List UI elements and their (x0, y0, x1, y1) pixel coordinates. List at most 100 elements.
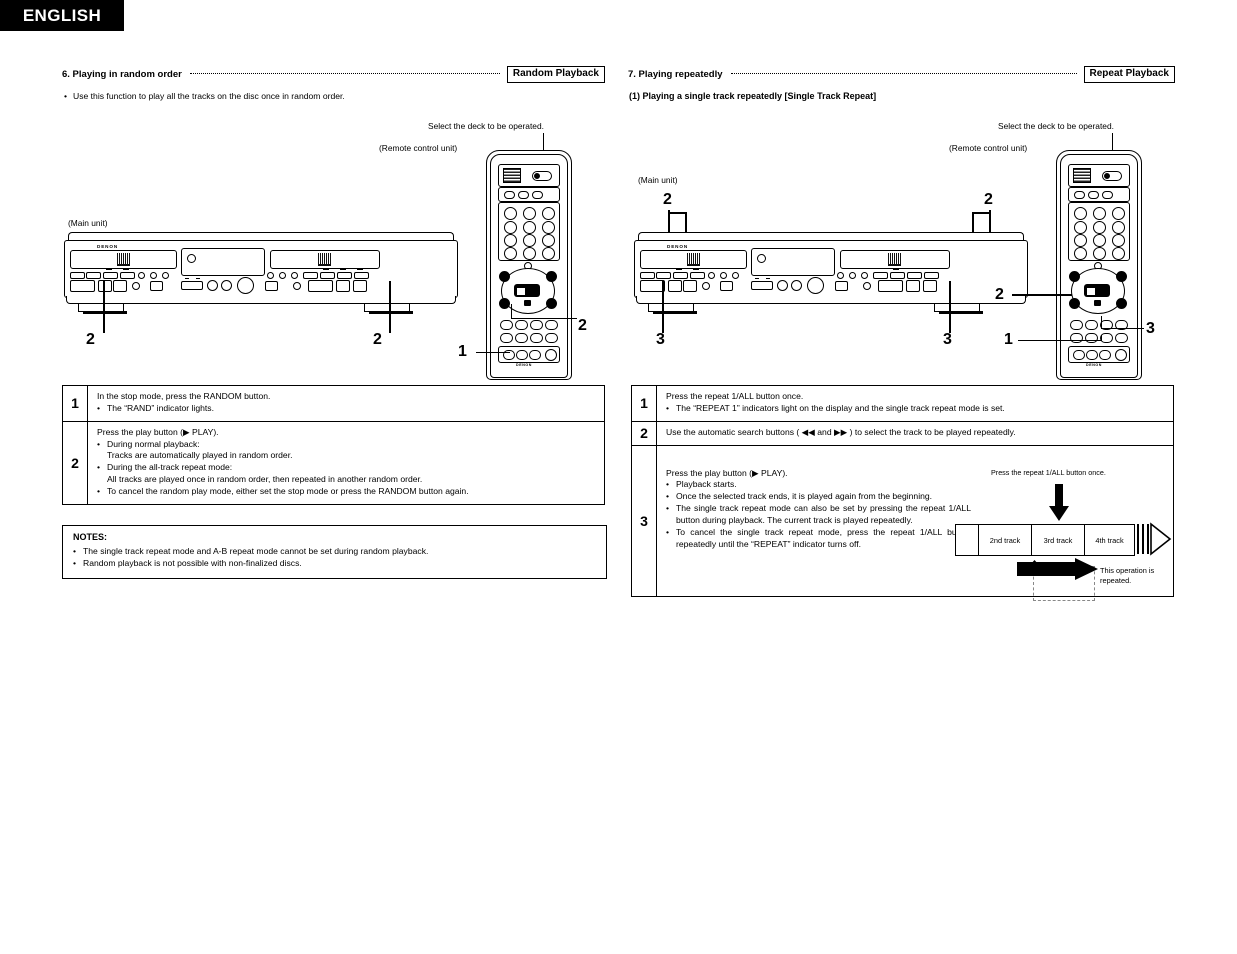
unit-play-button[interactable] (878, 280, 903, 292)
unit-button[interactable] (906, 280, 920, 292)
unit-button[interactable] (640, 272, 655, 279)
unit-small-knob[interactable] (279, 272, 286, 279)
unit-small-knob[interactable] (150, 272, 157, 279)
unit-small-knob[interactable] (291, 272, 298, 279)
remote-button[interactable] (1074, 191, 1085, 199)
remote-number-button[interactable] (1093, 207, 1106, 220)
unit-button[interactable] (907, 272, 922, 279)
remote-next-button[interactable] (1116, 271, 1127, 282)
unit-small-knob[interactable] (132, 282, 140, 290)
remote-function-button[interactable] (516, 350, 528, 360)
remote-number-button[interactable] (504, 221, 517, 234)
remote-prev-button[interactable] (499, 271, 510, 282)
unit-jog-knob[interactable] (237, 277, 254, 294)
remote-volume-knob[interactable] (1115, 349, 1127, 361)
remote-number-button[interactable] (1093, 234, 1106, 247)
remote-number-button[interactable] (1074, 247, 1087, 260)
unit-small-knob[interactable] (138, 272, 145, 279)
remote-function-button[interactable] (1073, 350, 1085, 360)
unit-button[interactable] (353, 280, 367, 292)
unit-button[interactable] (265, 281, 278, 291)
remote-play-button[interactable] (524, 300, 531, 306)
remote-play-button[interactable] (1094, 300, 1101, 306)
remote-number-button[interactable] (504, 207, 517, 220)
remote-function-button[interactable] (1070, 320, 1083, 330)
unit-button[interactable] (923, 280, 937, 292)
unit-knob[interactable] (221, 280, 232, 291)
remote-function-button[interactable] (1086, 350, 1098, 360)
unit-button[interactable] (924, 272, 939, 279)
remote-number-button[interactable] (1093, 221, 1106, 234)
unit-button[interactable] (656, 272, 671, 279)
unit-button[interactable] (336, 280, 350, 292)
unit-button[interactable] (668, 280, 682, 292)
remote-random-button[interactable] (500, 333, 513, 343)
unit-button[interactable] (720, 281, 733, 291)
remote-button[interactable] (518, 191, 529, 199)
remote-function-button[interactable] (529, 350, 541, 360)
remote-function-button[interactable] (515, 333, 528, 343)
remote-number-button[interactable] (1112, 234, 1125, 247)
remote-number-button[interactable] (523, 221, 536, 234)
unit-button[interactable] (303, 272, 318, 279)
remote-number-button[interactable] (542, 207, 555, 220)
remote-function-button[interactable] (1085, 320, 1098, 330)
unit-button[interactable] (70, 272, 85, 279)
remote-number-button[interactable] (1074, 207, 1087, 220)
remote-function-button[interactable] (530, 333, 543, 343)
remote-number-button[interactable] (1112, 247, 1125, 260)
remote-stop-button[interactable] (516, 287, 526, 296)
unit-button[interactable] (690, 272, 705, 279)
remote-number-button[interactable] (1112, 221, 1125, 234)
remote-ff-button[interactable] (546, 298, 557, 309)
remote-number-button[interactable] (542, 221, 555, 234)
unit-knob[interactable] (777, 280, 788, 291)
remote-function-button[interactable] (545, 333, 558, 343)
remote-function-button[interactable] (515, 320, 528, 330)
unit-small-knob[interactable] (861, 272, 868, 279)
remote-rew-button[interactable] (1069, 298, 1080, 309)
remote-number-button[interactable] (1112, 207, 1125, 220)
unit-small-knob[interactable] (732, 272, 739, 279)
remote-button[interactable] (1102, 191, 1113, 199)
unit-small-knob[interactable] (720, 272, 727, 279)
unit-small-knob[interactable] (708, 272, 715, 279)
remote-function-button[interactable] (1085, 333, 1098, 343)
unit-knob[interactable] (791, 280, 802, 291)
remote-function-button[interactable] (530, 320, 543, 330)
unit-small-knob[interactable] (702, 282, 710, 290)
remote-number-button[interactable] (1074, 234, 1087, 247)
remote-number-button[interactable] (1074, 221, 1087, 234)
unit-knob[interactable] (207, 280, 218, 291)
unit-button[interactable] (835, 281, 848, 291)
remote-function-button[interactable] (1115, 333, 1128, 343)
unit-button[interactable] (337, 272, 352, 279)
unit-play-button[interactable] (70, 280, 95, 292)
unit-small-knob[interactable] (267, 272, 274, 279)
remote-number-button[interactable] (1093, 247, 1106, 260)
unit-button[interactable] (113, 280, 127, 292)
remote-number-button[interactable] (542, 234, 555, 247)
unit-small-knob[interactable] (837, 272, 844, 279)
unit-button[interactable] (890, 272, 905, 279)
remote-number-button[interactable] (523, 207, 536, 220)
unit-small-knob[interactable] (863, 282, 871, 290)
remote-ff-button[interactable] (1116, 298, 1127, 309)
remote-number-button[interactable] (504, 234, 517, 247)
remote-number-button[interactable] (523, 247, 536, 260)
unit-button[interactable] (673, 272, 688, 279)
unit-button[interactable] (354, 272, 369, 279)
remote-function-button[interactable] (1099, 350, 1111, 360)
remote-rew-button[interactable] (499, 298, 510, 309)
unit-button[interactable] (103, 272, 118, 279)
unit-button[interactable] (98, 280, 112, 292)
remote-number-button[interactable] (504, 247, 517, 260)
unit-button[interactable] (683, 280, 697, 292)
remote-volume-knob[interactable] (545, 349, 557, 361)
remote-button[interactable] (504, 191, 515, 199)
unit-button[interactable] (120, 272, 135, 279)
remote-function-button[interactable] (500, 320, 513, 330)
remote-button[interactable] (532, 191, 543, 199)
remote-prev-button[interactable] (1069, 271, 1080, 282)
unit-jog-knob[interactable] (807, 277, 824, 294)
